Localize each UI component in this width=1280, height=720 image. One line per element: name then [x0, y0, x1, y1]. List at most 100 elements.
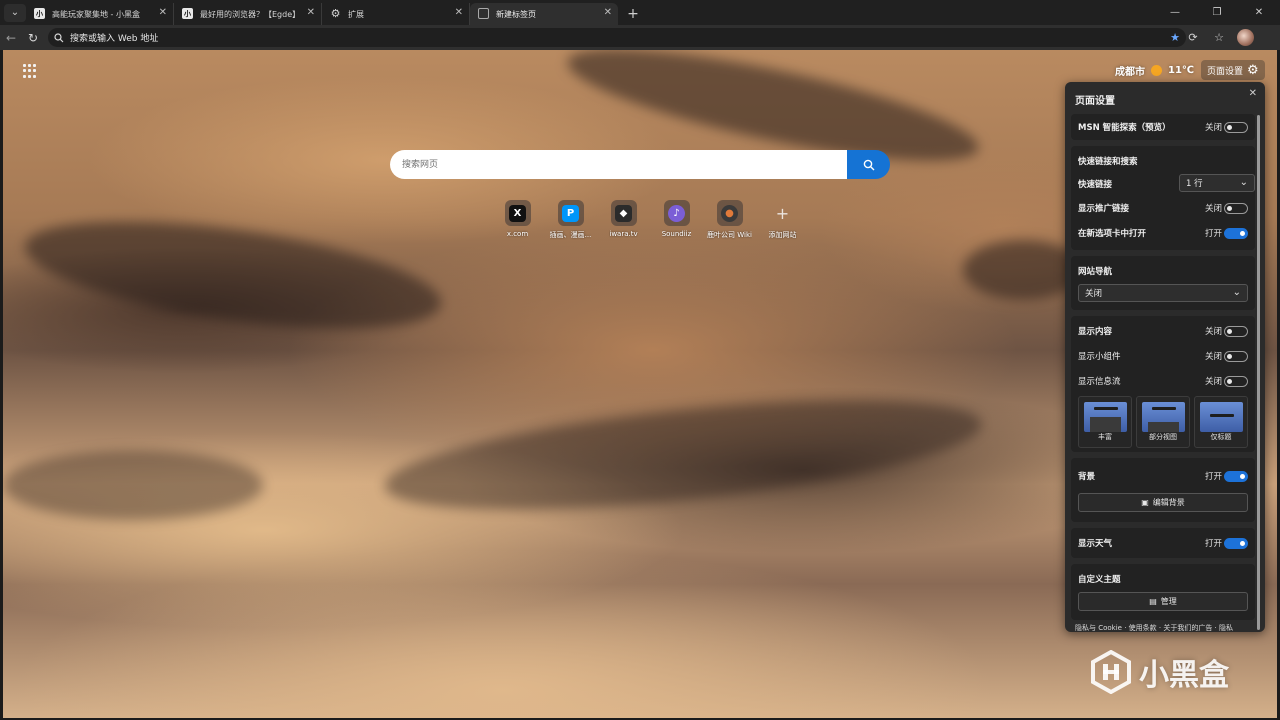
tab-label: 新建标签页: [496, 9, 536, 19]
wiki-logo-icon: ●: [721, 204, 738, 222]
quick-links-value: 1 行: [1186, 179, 1203, 189]
newtab-state: 打开: [1204, 229, 1222, 239]
background-toggle[interactable]: [1224, 470, 1248, 482]
tab-edge-article[interactable]: 小 最好用的浏览器？【Egde】完全体 ✕: [174, 3, 322, 25]
search-button[interactable]: [847, 150, 890, 179]
newtab-toggle[interactable]: [1224, 227, 1248, 239]
promo-label: 显示推广链接: [1078, 204, 1130, 214]
widgets-toggle[interactable]: [1224, 350, 1248, 362]
gear-icon: ⚙: [330, 7, 341, 20]
add-site-button[interactable]: + 添加网站: [756, 200, 809, 240]
tab-label: 最好用的浏览器？【Egde】完全体: [200, 9, 299, 19]
tab-actions-menu[interactable]: ⌄: [4, 3, 26, 22]
site-nav-select[interactable]: 关闭 ⌄: [1078, 284, 1248, 302]
edit-background-button[interactable]: ▣ 编辑背景: [1078, 493, 1248, 512]
quicklink-iwara[interactable]: ◆ iwara.tv: [597, 200, 650, 240]
favorites-icon[interactable]: ☆: [1211, 29, 1227, 45]
address-placeholder: 搜索或输入 Web 地址: [70, 34, 159, 44]
back-arrow-icon[interactable]: ←: [0, 28, 22, 48]
page-settings-panel: 页面设置 ✕ MSN 智能探索（预览） 关闭 快速链接和搜索 快速链接 1 行 …: [1065, 82, 1265, 632]
web-search-box: [390, 150, 890, 179]
search-input[interactable]: [390, 150, 850, 179]
quicklink-pixiv[interactable]: P 插画、漫画...: [544, 200, 597, 240]
chevron-down-icon: ⌄: [1239, 177, 1248, 188]
search-icon: [863, 159, 874, 170]
panel-title: 页面设置: [1075, 96, 1115, 107]
promo-toggle[interactable]: [1224, 202, 1248, 214]
avatar[interactable]: [1237, 29, 1254, 46]
tab-xiaoheihe[interactable]: 小 高能玩家聚集地 - 小黑盒 ✕: [26, 3, 174, 25]
apps-grid-icon[interactable]: [23, 64, 37, 78]
xiaoheihe-favicon-icon: 小: [182, 8, 193, 19]
show-content-label: 显示内容: [1078, 327, 1113, 337]
promo-state: 关闭: [1204, 204, 1222, 214]
address-bar[interactable]: 搜索或输入 Web 地址 ★: [48, 28, 1186, 47]
quick-heading-row: 快速链接和搜索: [1078, 154, 1248, 168]
weather-card: 显示天气 打开: [1071, 528, 1255, 558]
blank-page-icon: [478, 8, 489, 19]
tab-close-icon[interactable]: ✕: [159, 7, 167, 18]
manage-label: 管理: [1160, 597, 1177, 606]
weather-toggle[interactable]: [1224, 537, 1248, 549]
layout-thumbnail: [1200, 402, 1243, 432]
content-card: 显示内容 关闭 显示小组件 关闭 显示信息流 关闭 丰富 部分视图 仅标题: [1071, 316, 1255, 452]
extensions-icon[interactable]: ⟳: [1185, 29, 1201, 45]
page-settings-label: 页面设置: [1207, 66, 1244, 77]
msn-toggle[interactable]: [1224, 121, 1248, 133]
palette-icon: ▤: [1149, 597, 1157, 606]
watermark-text: 小黑盒: [1139, 658, 1229, 693]
tab-close-icon[interactable]: ✕: [307, 7, 315, 18]
msn-label: MSN 智能探索（预览）: [1078, 123, 1171, 133]
edit-background-label: 编辑背景: [1152, 498, 1185, 507]
feed-toggle[interactable]: [1224, 375, 1248, 387]
layout-thumbnail: [1084, 402, 1127, 432]
feed-label: 显示信息流: [1078, 377, 1121, 387]
tab-close-icon[interactable]: ✕: [604, 7, 612, 18]
iwara-logo-icon: ◆: [615, 204, 632, 222]
theme-card: 自定义主题 ▤ 管理: [1071, 564, 1255, 620]
quicklink-label: 鹿叶公司 Wiki: [707, 231, 752, 239]
panel-scrollbar[interactable]: [1257, 115, 1260, 630]
favorite-star-icon[interactable]: ★: [1170, 31, 1180, 44]
page-settings-button[interactable]: 页面设置 ⚙: [1201, 60, 1265, 80]
layout-label: 部分视图: [1149, 433, 1177, 441]
msn-row: MSN 智能探索（预览） 关闭: [1078, 120, 1248, 134]
close-window-icon[interactable]: ✕: [1238, 0, 1280, 25]
quicklink-x[interactable]: X x.com: [491, 200, 544, 240]
promo-row: 显示推广链接 关闭: [1078, 201, 1248, 215]
layout-partial[interactable]: 部分视图: [1136, 396, 1190, 448]
quicklink-label: Soundiiz: [661, 230, 692, 238]
close-icon[interactable]: ✕: [1249, 88, 1257, 99]
quicklink-label: x.com: [506, 230, 529, 238]
tab-extensions[interactable]: ⚙ 扩展 ✕: [322, 3, 470, 25]
layout-options: 丰富 部分视图 仅标题: [1078, 396, 1248, 448]
layout-headings[interactable]: 仅标题: [1194, 396, 1248, 448]
quick-links-select[interactable]: 1 行 ⌄: [1179, 174, 1255, 192]
restore-icon[interactable]: ❐: [1196, 0, 1238, 25]
manage-theme-button[interactable]: ▤ 管理: [1078, 592, 1248, 611]
quicklink-label: 插画、漫画...: [549, 231, 592, 239]
weather-city: 成都市: [1115, 67, 1145, 78]
minimize-icon[interactable]: —: [1154, 0, 1196, 25]
tab-close-icon[interactable]: ✕: [455, 7, 463, 18]
pixiv-logo-icon: P: [562, 204, 579, 222]
newtab-label: 在新选项卡中打开: [1078, 229, 1147, 239]
layout-rich[interactable]: 丰富: [1078, 396, 1132, 448]
show-content-toggle[interactable]: [1224, 325, 1248, 337]
tab-new-tab-page[interactable]: 新建标签页 ✕: [470, 3, 618, 25]
weather-widget[interactable]: 成都市 11℃: [1115, 63, 1194, 78]
footer-links[interactable]: 隐私与 Cookie · 使用条款 · 关于我们的广告 · 隐私: [1075, 623, 1233, 633]
chevron-down-icon: ⌄: [1232, 287, 1241, 298]
quicklink-wiki[interactable]: ● 鹿叶公司 Wiki: [703, 200, 756, 240]
theme-row: 自定义主题: [1078, 572, 1248, 586]
xiaoheihe-watermark: 小黑盒: [1091, 650, 1229, 694]
new-tab-button[interactable]: +: [622, 3, 644, 25]
window-controls: — ❐ ✕: [1154, 0, 1280, 25]
refresh-icon[interactable]: ↻: [22, 28, 44, 48]
background-state: 打开: [1204, 472, 1222, 482]
quicklink-soundiiz[interactable]: ♪ Soundiiz: [650, 200, 703, 240]
dune-shadow: [379, 378, 987, 532]
quicklink-tile: ♪: [663, 200, 690, 226]
feed-row: 显示信息流 关闭: [1078, 374, 1248, 388]
quicklink-label: 添加网站: [768, 231, 797, 239]
